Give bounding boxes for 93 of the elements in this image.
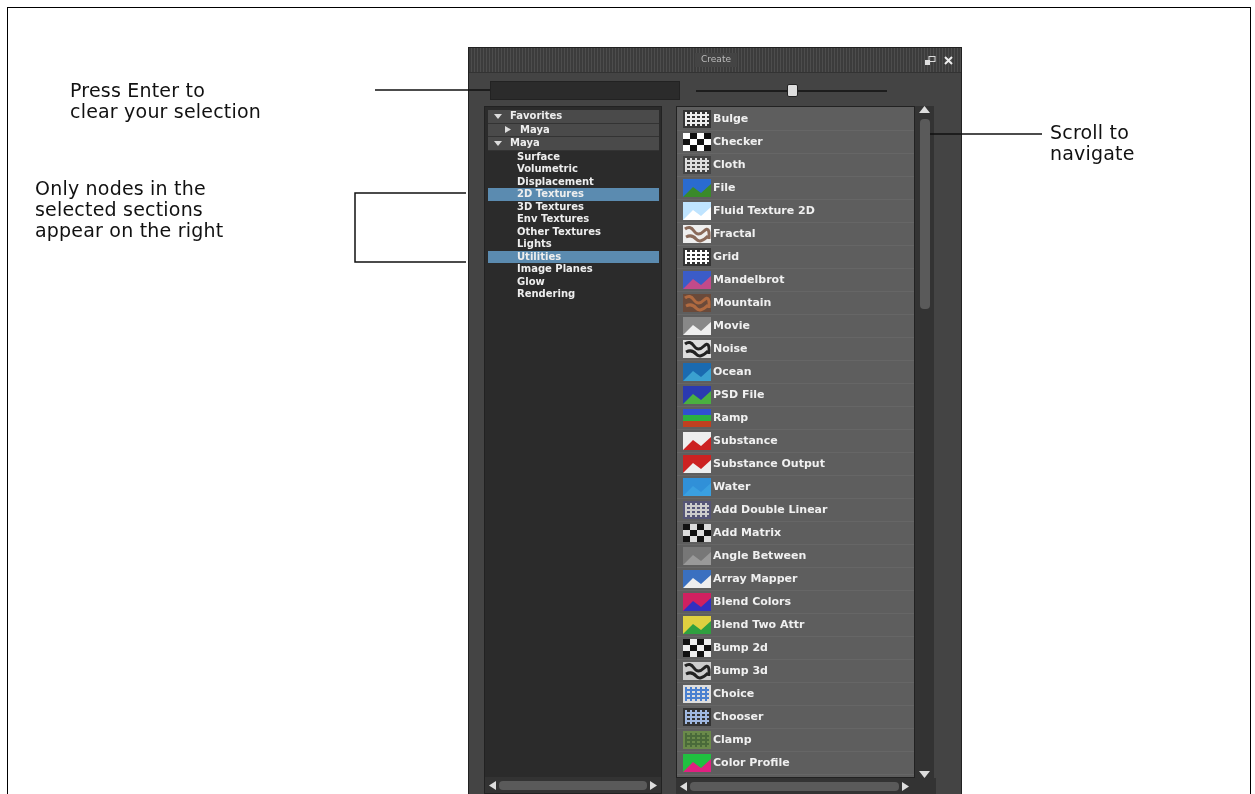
node-item[interactable]: Blend Colors [677, 591, 914, 614]
horizontal-scrollbar[interactable] [676, 778, 936, 794]
tree-item[interactable]: Rendering [488, 288, 659, 301]
node-icon [683, 317, 711, 335]
node-icon [683, 662, 711, 680]
node-item[interactable]: Ramp [677, 407, 914, 430]
node-item[interactable]: Choice [677, 683, 914, 706]
node-item[interactable]: Bulge [677, 108, 914, 131]
node-icon [683, 248, 711, 266]
node-icon [683, 685, 711, 703]
node-icon [683, 133, 711, 151]
node-item[interactable]: Ocean [677, 361, 914, 384]
node-icon [683, 386, 711, 404]
close-icon[interactable] [944, 55, 953, 65]
node-icon [683, 432, 711, 450]
node-icon [683, 271, 711, 289]
node-icon [683, 570, 711, 588]
node-item[interactable]: File [677, 177, 914, 200]
node-item[interactable]: Noise [677, 338, 914, 361]
tree-item[interactable]: Other Textures [488, 225, 659, 238]
node-item[interactable]: Fractal [677, 223, 914, 246]
vertical-scrollbar[interactable] [915, 106, 934, 778]
node-item[interactable]: Clamp [677, 729, 914, 752]
tree-item[interactable]: Image Planes [488, 263, 659, 276]
node-item[interactable]: Substance Output [677, 453, 914, 476]
collapse-arrow-icon[interactable] [494, 112, 502, 120]
tree-item[interactable]: Glow [488, 275, 659, 288]
node-item[interactable]: Add Double Linear [677, 499, 914, 522]
expand-arrow-icon[interactable] [504, 126, 512, 134]
node-icon [683, 110, 711, 128]
tree-item[interactable]: Volumetric [488, 163, 659, 176]
node-icon [683, 455, 711, 473]
node-icon [683, 616, 711, 634]
tree-item[interactable]: Surface [488, 150, 659, 163]
callout-text: Scroll to navigate [1050, 122, 1135, 164]
node-icon [683, 179, 711, 197]
node-icon [683, 593, 711, 611]
node-item[interactable]: PSD File [677, 384, 914, 407]
node-item[interactable]: Chooser [677, 706, 914, 729]
collapse-arrow-icon[interactable] [494, 139, 502, 147]
node-icon [683, 731, 711, 749]
slider[interactable] [696, 81, 887, 100]
node-icon [683, 547, 711, 565]
node-icon [683, 156, 711, 174]
node-item[interactable]: Movie [677, 315, 914, 338]
scroll-right-icon[interactable] [902, 781, 909, 791]
node-icon [683, 225, 711, 243]
node-icon [683, 340, 711, 358]
node-item[interactable]: Blend Two Attr [677, 614, 914, 637]
callout-text: Only nodes in the selected sections appear on the right [35, 178, 224, 241]
tree-item[interactable]: Utilities [488, 250, 659, 263]
scroll-up-icon[interactable] [919, 106, 930, 113]
node-icon [683, 478, 711, 496]
tree-item[interactable]: Env Textures [488, 213, 659, 226]
slider-thumb[interactable] [786, 84, 798, 97]
node-item[interactable]: Substance [677, 430, 914, 453]
scroll-left-icon[interactable] [680, 781, 687, 791]
node-item[interactable]: Angle Between [677, 545, 914, 568]
node-item[interactable]: Bump 3d [677, 660, 914, 683]
scroll-thumb[interactable] [919, 119, 930, 309]
tree-item[interactable]: Displacement [488, 175, 659, 188]
node-icon [683, 363, 711, 381]
float-icon[interactable] [925, 55, 936, 65]
node-item[interactable]: Bump 2d [677, 637, 914, 660]
node-item[interactable]: Add Matrix [677, 522, 914, 545]
node-icon [683, 202, 711, 220]
scroll-left-icon[interactable] [489, 780, 496, 790]
search-field[interactable] [490, 81, 680, 100]
node-item[interactable]: Fluid Texture 2D [677, 200, 914, 223]
panel-title: Create [695, 53, 737, 67]
scroll-right-icon[interactable] [650, 780, 657, 790]
tree-item[interactable]: Maya [510, 137, 540, 150]
node-icon [683, 708, 711, 726]
node-icon [683, 754, 711, 772]
tree-item[interactable]: 3D Textures [488, 200, 659, 213]
node-item[interactable]: Mountain [677, 292, 914, 315]
node-item[interactable]: Grid [677, 246, 914, 269]
horizontal-scrollbar[interactable] [485, 777, 661, 793]
tree-item[interactable]: Lights [488, 238, 659, 251]
tree-item[interactable]: Maya [520, 123, 550, 136]
tree-item[interactable]: 2D Textures [488, 188, 659, 201]
callout-text: Press Enter to clear your selection [70, 80, 262, 122]
node-item[interactable]: Water [677, 476, 914, 499]
node-icon [683, 639, 711, 657]
node-item[interactable]: Mandelbrot [677, 269, 914, 292]
node-icon [683, 409, 711, 427]
node-item[interactable]: Array Mapper [677, 568, 914, 591]
node-icon [683, 294, 711, 312]
node-icon [683, 501, 711, 519]
node-item[interactable]: Cloth [677, 154, 914, 177]
node-item[interactable]: Color Profile [677, 752, 914, 775]
node-icon [683, 524, 711, 542]
node-item[interactable]: Checker [677, 131, 914, 154]
